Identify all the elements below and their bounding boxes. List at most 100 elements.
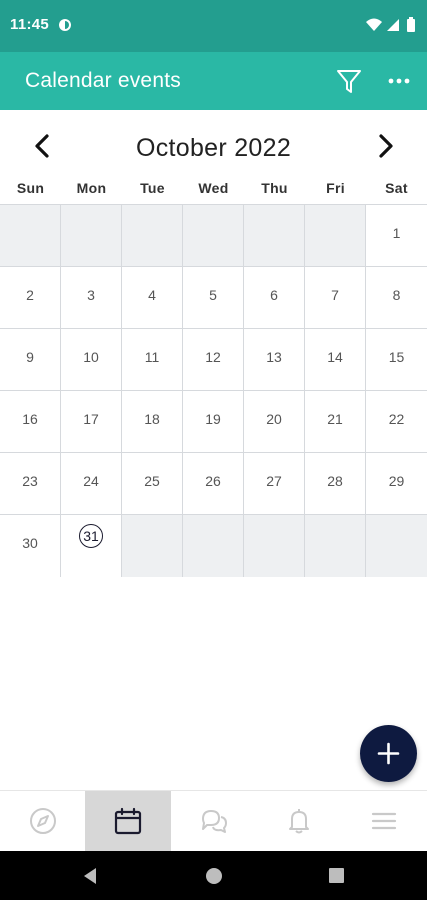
day-cell-empty <box>366 515 427 577</box>
day-number: 15 <box>388 349 405 365</box>
bottom-nav <box>0 790 427 851</box>
day-number: 8 <box>392 287 401 303</box>
day-cell[interactable]: 28 <box>305 453 366 515</box>
day-cell-empty <box>244 515 305 577</box>
day-cell-empty <box>0 205 61 267</box>
nav-item-notifications[interactable] <box>256 791 341 851</box>
more-options-icon[interactable] <box>384 66 414 96</box>
recents-icon[interactable] <box>329 868 344 883</box>
day-cell[interactable]: 27 <box>244 453 305 515</box>
day-cell[interactable]: 13 <box>244 329 305 391</box>
day-cell[interactable]: 29 <box>366 453 427 515</box>
weekday-label: Mon <box>76 180 107 196</box>
plus-icon <box>377 742 400 765</box>
chevron-right-icon[interactable] <box>372 130 400 162</box>
day-cell[interactable]: 7 <box>305 267 366 329</box>
day-cell[interactable]: 24 <box>61 453 122 515</box>
day-cell[interactable]: 2 <box>0 267 61 329</box>
nav-item-calendar[interactable] <box>85 791 171 851</box>
calendar-icon <box>115 807 142 835</box>
back-icon[interactable] <box>82 867 98 885</box>
day-cell[interactable]: 11 <box>122 329 183 391</box>
day-cell[interactable]: 5 <box>183 267 244 329</box>
signal-icon <box>387 19 399 31</box>
day-cell[interactable]: 23 <box>0 453 61 515</box>
day-cell[interactable]: 19 <box>183 391 244 453</box>
chat-bubbles-icon <box>201 810 227 833</box>
day-number: 31 <box>79 524 103 548</box>
weekday-label: Wed <box>198 180 229 196</box>
day-cell-empty <box>61 205 122 267</box>
day-number: 13 <box>266 349 282 365</box>
day-number: 16 <box>22 411 38 427</box>
month-title: October 2022 <box>135 134 292 162</box>
data-saver-icon <box>59 19 71 31</box>
status-icons <box>366 17 415 32</box>
page-title: Calendar events <box>25 69 181 92</box>
day-number: 30 <box>22 535 38 551</box>
month-header: October 2022 <box>0 110 427 180</box>
battery-icon <box>407 17 415 32</box>
day-number: 9 <box>26 349 34 365</box>
calendar-grid: 1 2 3 4 5 6 7 8 9 10 11 12 13 14 15 16 17 18 19 20 21 22 23 24 2… <box>0 204 427 577</box>
day-number: 23 <box>22 473 38 489</box>
compass-icon <box>29 808 56 834</box>
day-cell-empty <box>305 205 366 267</box>
day-cell[interactable]: 9 <box>0 329 61 391</box>
bell-icon <box>288 809 309 834</box>
weekday-label: Thu <box>261 180 288 196</box>
day-number: 6 <box>270 287 278 303</box>
day-cell[interactable]: 21 <box>305 391 366 453</box>
day-number: 22 <box>388 411 405 427</box>
nav-item-messages[interactable] <box>171 791 256 851</box>
day-cell[interactable]: 30 <box>0 515 61 577</box>
day-cell[interactable]: 1 <box>366 205 427 267</box>
day-cell[interactable]: 26 <box>183 453 244 515</box>
day-number: 4 <box>148 287 156 303</box>
day-cell[interactable]: 6 <box>244 267 305 329</box>
weekday-label: Fri <box>326 180 345 196</box>
day-number: 19 <box>205 411 221 427</box>
day-number: 18 <box>144 411 160 427</box>
day-cell[interactable]: 10 <box>61 329 122 391</box>
system-nav-bar <box>0 851 427 900</box>
day-number: 29 <box>388 473 405 489</box>
app-bar: Calendar events <box>0 52 427 110</box>
nav-item-menu[interactable] <box>342 791 427 851</box>
day-cell[interactable]: 3 <box>61 267 122 329</box>
menu-icon <box>372 812 397 830</box>
day-cell[interactable]: 15 <box>366 329 427 391</box>
status-bar: 11:45 <box>0 0 427 52</box>
day-number: 17 <box>83 411 99 427</box>
day-cell-empty <box>183 205 244 267</box>
day-number: 20 <box>266 411 282 427</box>
day-cell[interactable]: 22 <box>366 391 427 453</box>
day-cell[interactable]: 17 <box>61 391 122 453</box>
day-cell[interactable]: 12 <box>183 329 244 391</box>
day-cell[interactable]: 18 <box>122 391 183 453</box>
filter-icon[interactable] <box>334 66 364 96</box>
day-cell[interactable]: 8 <box>366 267 427 329</box>
add-event-button[interactable] <box>360 725 417 782</box>
day-cell[interactable]: 14 <box>305 329 366 391</box>
day-number: 7 <box>331 287 339 303</box>
home-icon[interactable] <box>206 868 222 884</box>
day-number: 28 <box>327 473 343 489</box>
day-cell[interactable]: 16 <box>0 391 61 453</box>
day-cell[interactable]: 20 <box>244 391 305 453</box>
status-time: 11:45 <box>10 16 50 33</box>
day-number: 27 <box>266 473 282 489</box>
day-cell-empty <box>122 515 183 577</box>
day-cell[interactable]: 31 <box>61 515 122 577</box>
day-number: 24 <box>83 473 99 489</box>
nav-item-explore[interactable] <box>0 791 85 851</box>
day-number: 21 <box>327 411 343 427</box>
weekday-label: Tue <box>140 180 165 196</box>
day-cell[interactable]: 4 <box>122 267 183 329</box>
day-number: 25 <box>144 473 160 489</box>
day-cell[interactable]: 25 <box>122 453 183 515</box>
day-cell-empty <box>122 205 183 267</box>
day-cell-empty <box>183 515 244 577</box>
weekday-row: Sun Mon Tue Wed Thu Fri Sat <box>0 180 427 204</box>
weekday-label: Sun <box>16 180 45 196</box>
